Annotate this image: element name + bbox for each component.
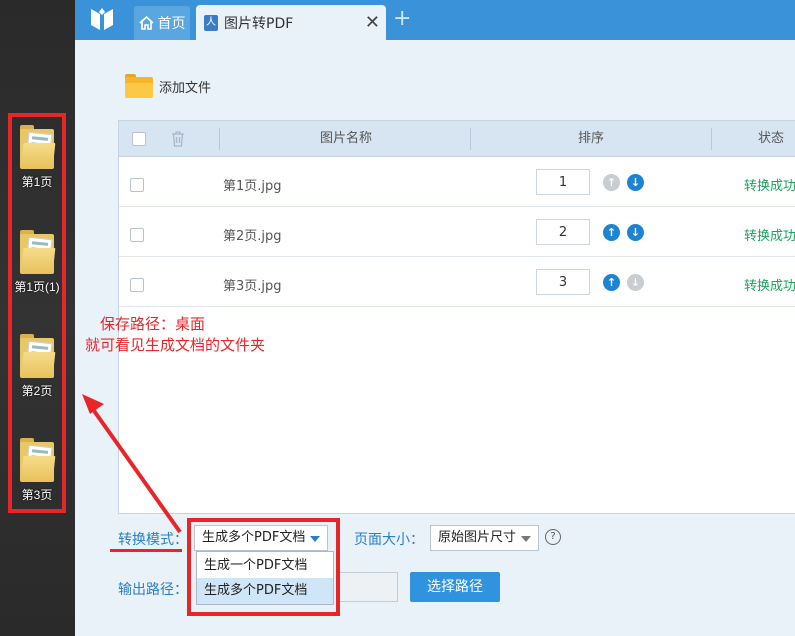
tab-active-label: 图片转PDF — [224, 15, 294, 32]
table-row: 第1页.jpg 1 ↑ ↓ 转换成功 — [119, 157, 795, 207]
page-size-select-value: 原始图片尺寸 — [438, 530, 517, 545]
home-icon — [138, 16, 154, 30]
move-up-icon[interactable]: ↑ — [603, 274, 620, 291]
tab-home[interactable]: 首页 — [134, 6, 190, 40]
app-logo-icon — [91, 8, 113, 30]
close-tab-icon[interactable]: ✕ — [365, 12, 380, 33]
tab-image-to-pdf[interactable]: 人 图片转PDF ✕ — [196, 5, 386, 40]
order-input[interactable]: 3 — [536, 269, 590, 295]
move-down-icon: ↓ — [627, 274, 644, 291]
table-row: 第3页.jpg 3 ↑ ↓ 转换成功 — [119, 257, 795, 307]
add-tab-icon[interactable]: + — [393, 6, 411, 31]
page-size-label: 页面大小： — [354, 532, 424, 548]
annotation-line-1: 保存路径：桌面 — [100, 315, 206, 333]
title-bar: 首页 人 图片转PDF ✕ + — [75, 0, 795, 40]
page-size-select[interactable]: 原始图片尺寸 — [430, 525, 539, 551]
mode-label-underline — [110, 549, 182, 552]
order-input[interactable]: 2 — [536, 219, 590, 245]
select-all-checkbox[interactable] — [132, 132, 146, 146]
row-checkbox[interactable] — [130, 228, 144, 242]
mode-label: 转换模式： — [118, 532, 188, 548]
move-down-icon[interactable]: ↓ — [627, 174, 644, 191]
column-header-status: 状态 — [758, 131, 785, 146]
file-table: 图片名称 排序 状态 第1页.jpg 1 ↑ ↓ 转换成功 第2页.jpg 2 … — [118, 120, 795, 514]
move-down-icon[interactable]: ↓ — [627, 224, 644, 241]
row-checkbox[interactable] — [130, 278, 144, 292]
pdf-icon: 人 — [204, 14, 218, 31]
annotation-line-2: 就可看见生成文档的文件夹 — [85, 336, 266, 354]
chevron-down-icon — [521, 536, 531, 542]
column-header-order: 排序 — [578, 131, 605, 146]
status-text: 转换成功 — [744, 279, 795, 294]
trash-icon[interactable] — [171, 131, 185, 147]
status-text: 转换成功 — [744, 179, 795, 194]
table-header: 图片名称 排序 状态 — [119, 121, 795, 157]
column-divider — [711, 128, 712, 150]
status-text: 转换成功 — [744, 229, 795, 244]
output-path-input[interactable] — [336, 572, 398, 602]
order-input[interactable]: 1 — [536, 169, 590, 195]
file-name: 第2页.jpg — [223, 229, 282, 244]
table-row: 第2页.jpg 2 ↑ ↓ 转换成功 — [119, 207, 795, 257]
move-up-icon[interactable]: ↑ — [603, 224, 620, 241]
add-file-label: 添加文件 — [159, 80, 212, 96]
tab-home-label: 首页 — [157, 16, 186, 32]
row-checkbox[interactable] — [130, 178, 144, 192]
help-icon[interactable]: ? — [545, 529, 561, 545]
column-divider — [470, 128, 471, 150]
file-name: 第3页.jpg — [223, 279, 282, 294]
folder-icon — [125, 74, 153, 98]
output-path-label: 输出路径： — [118, 582, 188, 598]
choose-path-button[interactable]: 选择路径 — [410, 572, 500, 602]
column-header-name: 图片名称 — [320, 131, 373, 146]
move-up-icon: ↑ — [603, 174, 620, 191]
highlight-box-desktop — [8, 113, 66, 513]
column-divider — [219, 128, 220, 150]
highlight-box-mode — [187, 518, 340, 616]
file-name: 第1页.jpg — [223, 179, 282, 194]
add-file-button[interactable]: 添加文件 — [125, 74, 211, 98]
